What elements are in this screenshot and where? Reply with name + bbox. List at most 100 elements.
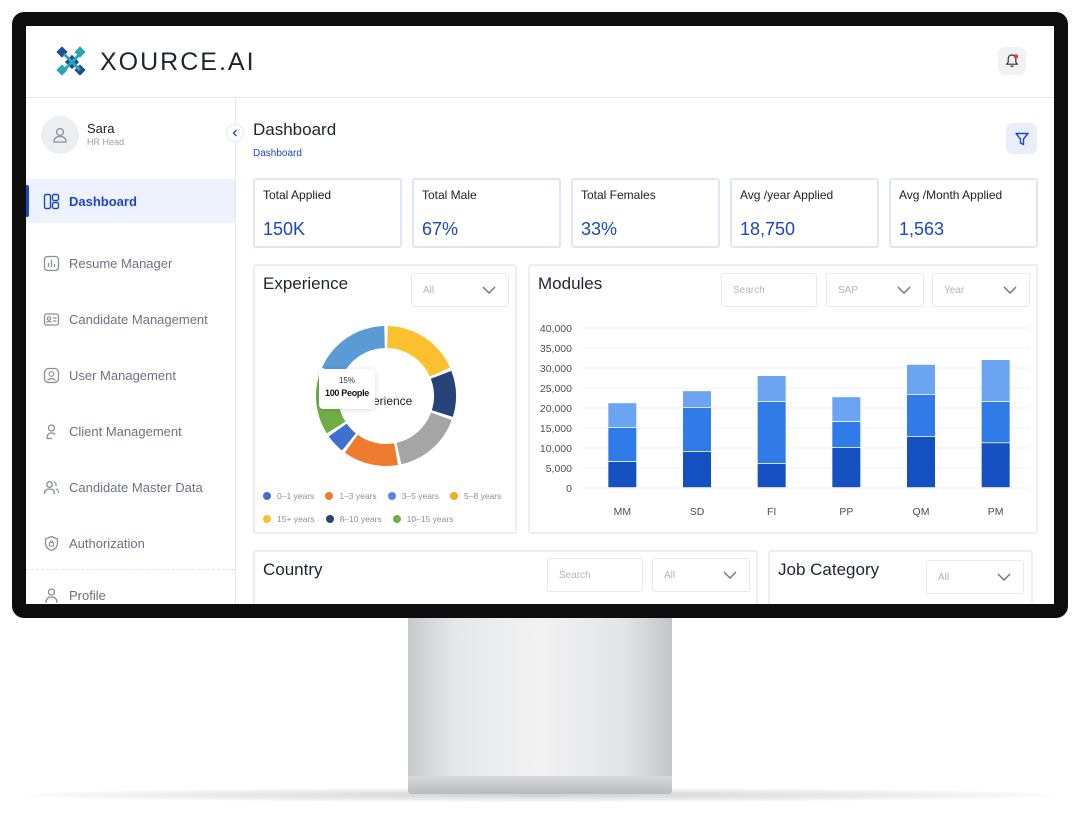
legend-label: 10–15 years [406,513,454,524]
select-value: Year [944,285,965,296]
sidebar-item-authorization[interactable]: Authorization [26,515,235,571]
tooltip-percent: 15% [338,376,355,385]
app-screen: XOURCE.AI Sara HR Head Dashboard Resume … [26,26,1054,604]
tooltip-people: 100 People [324,388,370,398]
avatar [41,116,79,154]
x-tick-label: FI [767,506,776,518]
bell-icon [1005,54,1019,67]
stat-value: 18,750 [740,219,796,239]
stat-card-total-male: Total Male 67% [412,178,561,248]
sidebar-item-profile[interactable]: Profile [42,586,106,604]
legend-dot [392,514,401,523]
country-search-input[interactable]: Search [547,558,643,592]
select-value: All [664,570,676,581]
x-tick-label: QM [913,506,930,518]
sidebar-item-label: Authorization [69,535,145,551]
y-tick-label: 30,000 [540,363,572,375]
legend-dot [325,514,334,523]
legend-item: 1–3 years [325,484,377,507]
sidebar-item-client-management[interactable]: Client Management [26,403,235,459]
donut-slice [344,434,398,466]
job-category-panel: Job Category All [768,550,1033,604]
stat-value: 67% [422,219,459,239]
y-tick-label: 0 [566,483,572,495]
legend-dot [387,491,396,500]
y-tick-label: 15,000 [540,423,572,435]
sidebar-item-resume-manager[interactable]: Resume Manager [26,235,235,291]
monitor-stand-base [408,776,672,794]
bar-segment [683,452,711,488]
sidebar-item-label: Candidate Master Data [69,479,203,495]
sidebar-item-label: Resume Manager [69,255,173,271]
legend-item: 10–15 years [392,507,454,530]
sidebar-item-user-management[interactable]: User Management [26,347,235,403]
stat-label: Total Applied [263,188,332,202]
stat-card-total-applied: Total Applied 150K [253,178,402,248]
notification-button[interactable] [998,47,1026,75]
sidebar-item-dashboard[interactable]: Dashboard [26,179,235,223]
brand-name: XOURCE.AI [100,48,256,76]
job-category-filter-select[interactable]: All [926,560,1024,594]
modules-search-input[interactable]: Search [721,273,817,307]
sidebar-item-candidate-management[interactable]: Candidate Management [26,291,235,347]
legend-dot [263,514,271,523]
bar-segment [683,408,711,452]
breadcrumb[interactable]: Dashboard [253,148,302,159]
modules-sap-select[interactable]: SAP [826,273,924,307]
modules-year-select[interactable]: Year [932,273,1030,307]
y-tick-label: 5,000 [546,463,572,475]
bar-segment [981,402,1010,443]
bar-segment [683,391,711,408]
select-value: All [938,572,950,583]
sidebar-divider [26,569,235,570]
x-tick-label: PM [988,506,1004,518]
search-placeholder: Search [733,285,765,296]
y-tick-label: 35,000 [540,343,572,355]
donut-center-label: erience [373,394,413,408]
sidebar-collapse-button[interactable] [226,124,244,142]
main-content: Dashboard Dashboard Total Applied 150K T… [236,98,1054,604]
legend-item: 15+ years [263,507,315,530]
stat-label: Total Male [422,188,477,202]
bar-segment [608,403,637,428]
logo-icon [56,46,86,76]
chart-tooltip: 15% 100 People [319,369,375,409]
legend-item: 8–10 years [325,507,382,530]
x-tick-label: MM [614,506,632,518]
bar-segment [907,436,935,488]
y-tick-label: 10,000 [540,443,572,455]
chevron-down-icon [482,286,496,294]
country-panel: Country Search All [253,550,758,604]
stat-value: 33% [581,219,618,239]
legend-item: 0–1 years [263,484,314,507]
experience-panel: Experience All erience 15% 100 People 0–… [253,264,517,534]
filter-button[interactable] [1006,123,1037,154]
chevron-left-icon [232,129,237,137]
id-card-icon [42,310,60,328]
user-role: HR Head [87,137,125,147]
legend-item: 5–8 years [450,484,501,507]
x-tick-label: PP [839,506,853,518]
sidebar: Sara HR Head Dashboard Resume Manager Ca… [26,98,244,604]
donut-slice [387,326,450,377]
legend-label: 1–3 years [339,490,377,501]
legend-label: 3–5 years [401,490,440,501]
filter-icon [1014,132,1029,145]
legend-dot [450,491,459,500]
legend-dot [263,491,271,500]
search-placeholder: Search [559,570,591,581]
user-icon [42,422,60,440]
sidebar-item-candidate-master-data[interactable]: Candidate Master Data [26,459,235,515]
bar-segment [608,428,637,462]
select-value: All [423,285,435,296]
job-category-title: Job Category [778,560,880,579]
bar-segment [757,402,786,464]
sidebar-item-label: Dashboard [69,193,137,209]
country-filter-select[interactable]: All [652,558,750,592]
experience-filter-select[interactable]: All [411,273,509,307]
bar-segment [832,448,861,488]
bar-segment [608,462,637,488]
bar-segment [757,376,786,402]
users-icon [42,478,60,496]
select-value: SAP [838,285,859,296]
